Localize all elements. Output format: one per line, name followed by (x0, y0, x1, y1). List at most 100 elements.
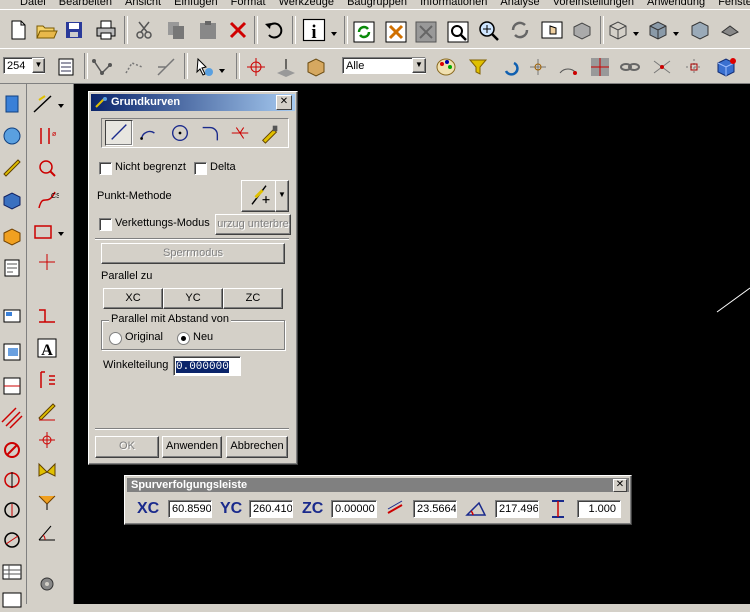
sperrmodus-button[interactable]: Sperrmodus (101, 243, 285, 264)
datum-point-icon[interactable] (35, 428, 59, 452)
abbrechen-button[interactable]: Abbrechen (226, 436, 288, 458)
box-icon[interactable] (304, 55, 328, 79)
selection-filter-icon[interactable] (192, 55, 216, 79)
menu-fenster[interactable]: Fenster (714, 0, 750, 8)
yc-input[interactable]: 260.410 (249, 500, 293, 518)
search-curve-icon[interactable] (35, 156, 59, 180)
new-file-icon[interactable] (6, 18, 30, 42)
info-dropdown-icon[interactable] (330, 30, 338, 38)
parallel-yc-button[interactable]: YC (163, 288, 223, 309)
copy-icon[interactable] (164, 18, 188, 42)
line-tool-button[interactable] (105, 120, 133, 146)
chain-icon[interactable] (618, 55, 642, 79)
circle-center-icon[interactable] (0, 498, 24, 522)
info-icon[interactable]: i (300, 16, 328, 44)
layer-list-icon[interactable] (54, 55, 78, 79)
dialog-close-button[interactable]: ✕ (276, 95, 292, 110)
zoom-area-icon[interactable] (446, 20, 470, 44)
original-radio[interactable] (109, 332, 122, 345)
sketch-icon[interactable] (0, 92, 24, 116)
funnel-filter-icon[interactable] (466, 55, 490, 79)
pen-edit-icon[interactable] (35, 398, 59, 422)
offset-curve-icon[interactable]: ø (35, 124, 59, 148)
drafting-icon[interactable] (35, 304, 59, 328)
circle-icon[interactable] (169, 122, 191, 147)
document-icon[interactable] (0, 256, 24, 280)
solid-dropdown-icon[interactable] (672, 30, 680, 38)
snap-node-icon[interactable] (682, 55, 706, 79)
basic-curves-icon[interactable] (31, 92, 55, 116)
bezug-unterbrechen-button[interactable]: urzug unterbre (215, 214, 291, 235)
angle-input[interactable]: 217.496 (495, 500, 539, 518)
circle-detail-icon[interactable] (0, 468, 24, 492)
settings-icon[interactable] (35, 572, 59, 596)
zc-input[interactable]: 0.00000 (331, 500, 377, 518)
no-symbol-icon[interactable] (0, 438, 24, 462)
menu-bearbeiten[interactable]: Bearbeiten (55, 0, 118, 8)
point-on-surface-icon[interactable] (274, 55, 298, 79)
angle-dimension-icon[interactable] (35, 520, 59, 544)
punkt-methode-dropdown-icon[interactable]: ▼ (275, 180, 289, 212)
arc-sketch-icon[interactable] (0, 124, 24, 148)
view-layout-icon[interactable] (0, 340, 24, 364)
hatch-icon[interactable] (0, 406, 24, 430)
label-icon[interactable] (35, 368, 59, 392)
pan-icon[interactable] (540, 18, 564, 42)
ok-button[interactable]: OK (95, 436, 159, 458)
snap-curve-icon[interactable] (122, 55, 146, 79)
menu-datei[interactable]: Datei (0, 0, 52, 8)
point-curve-icon[interactable] (35, 250, 59, 274)
text-annotation-icon[interactable]: A (35, 336, 59, 360)
snap-intersection-icon[interactable] (650, 55, 674, 79)
cube-icon[interactable] (714, 55, 738, 79)
menu-werkzeuge[interactable]: Werkzeuge (275, 0, 340, 8)
menu-einfuegen[interactable]: Einfügen (170, 0, 223, 8)
section-view-icon[interactable] (0, 374, 24, 398)
parallel-xc-button[interactable]: XC (103, 288, 163, 309)
open-folder-icon[interactable] (34, 18, 58, 42)
zoom-window-icon[interactable] (414, 20, 438, 44)
snap-points-icon[interactable] (90, 55, 114, 79)
parallel-zc-button[interactable]: ZC (223, 288, 283, 309)
snap-edge-icon[interactable] (154, 55, 178, 79)
symbol-icon[interactable] (35, 458, 59, 482)
anwenden-button[interactable]: Anwenden (162, 436, 222, 458)
crosshair-icon[interactable] (244, 55, 268, 79)
curves-dropdown-icon[interactable] (57, 102, 65, 110)
rotate-icon[interactable] (508, 18, 532, 42)
rectangle-curve-icon[interactable] (31, 220, 55, 244)
scale-input[interactable]: 1.000 (577, 500, 621, 518)
winkelteilung-input[interactable]: 0.000000 (173, 356, 241, 376)
undo-icon[interactable] (262, 18, 286, 42)
snap-target-icon[interactable] (526, 55, 550, 79)
neu-radio[interactable] (177, 332, 190, 345)
circle-arc-icon[interactable] (0, 528, 24, 552)
menu-informationen[interactable]: Informationen (416, 0, 493, 8)
print-icon[interactable] (94, 18, 118, 42)
verkettungs-modus-checkbox[interactable] (99, 218, 112, 231)
refresh-icon[interactable] (352, 20, 376, 44)
spline-icon[interactable]: CS (35, 188, 59, 212)
arc-icon[interactable] (137, 122, 159, 147)
length-input[interactable]: 23.5664 (413, 500, 457, 518)
table-icon[interactable] (0, 560, 24, 584)
view-dropdown-icon[interactable] (632, 30, 640, 38)
weld-symbol-icon[interactable] (35, 490, 59, 514)
color-palette-icon[interactable] (434, 55, 458, 79)
zoom-icon[interactable] (476, 18, 500, 42)
wireframe-view-icon[interactable] (606, 18, 630, 42)
menu-ansicht[interactable]: Ansicht (121, 0, 167, 8)
solid-body-icon[interactable] (0, 188, 24, 212)
cut-icon[interactable] (132, 18, 156, 42)
fillet-icon[interactable] (199, 122, 221, 147)
menu-baugruppen[interactable]: Baugruppen (343, 0, 413, 8)
menu-anwendung[interactable]: Anwendung (643, 0, 711, 8)
edit-sketch-icon[interactable] (0, 154, 24, 178)
delete-icon[interactable] (226, 18, 250, 42)
menu-format[interactable]: Format (227, 0, 272, 8)
xc-input[interactable]: 60.8590 (168, 500, 212, 518)
block-view-icon[interactable] (688, 18, 712, 42)
trim-icon[interactable] (229, 122, 251, 147)
block-feature-icon[interactable] (0, 224, 24, 248)
save-icon[interactable] (62, 18, 86, 42)
